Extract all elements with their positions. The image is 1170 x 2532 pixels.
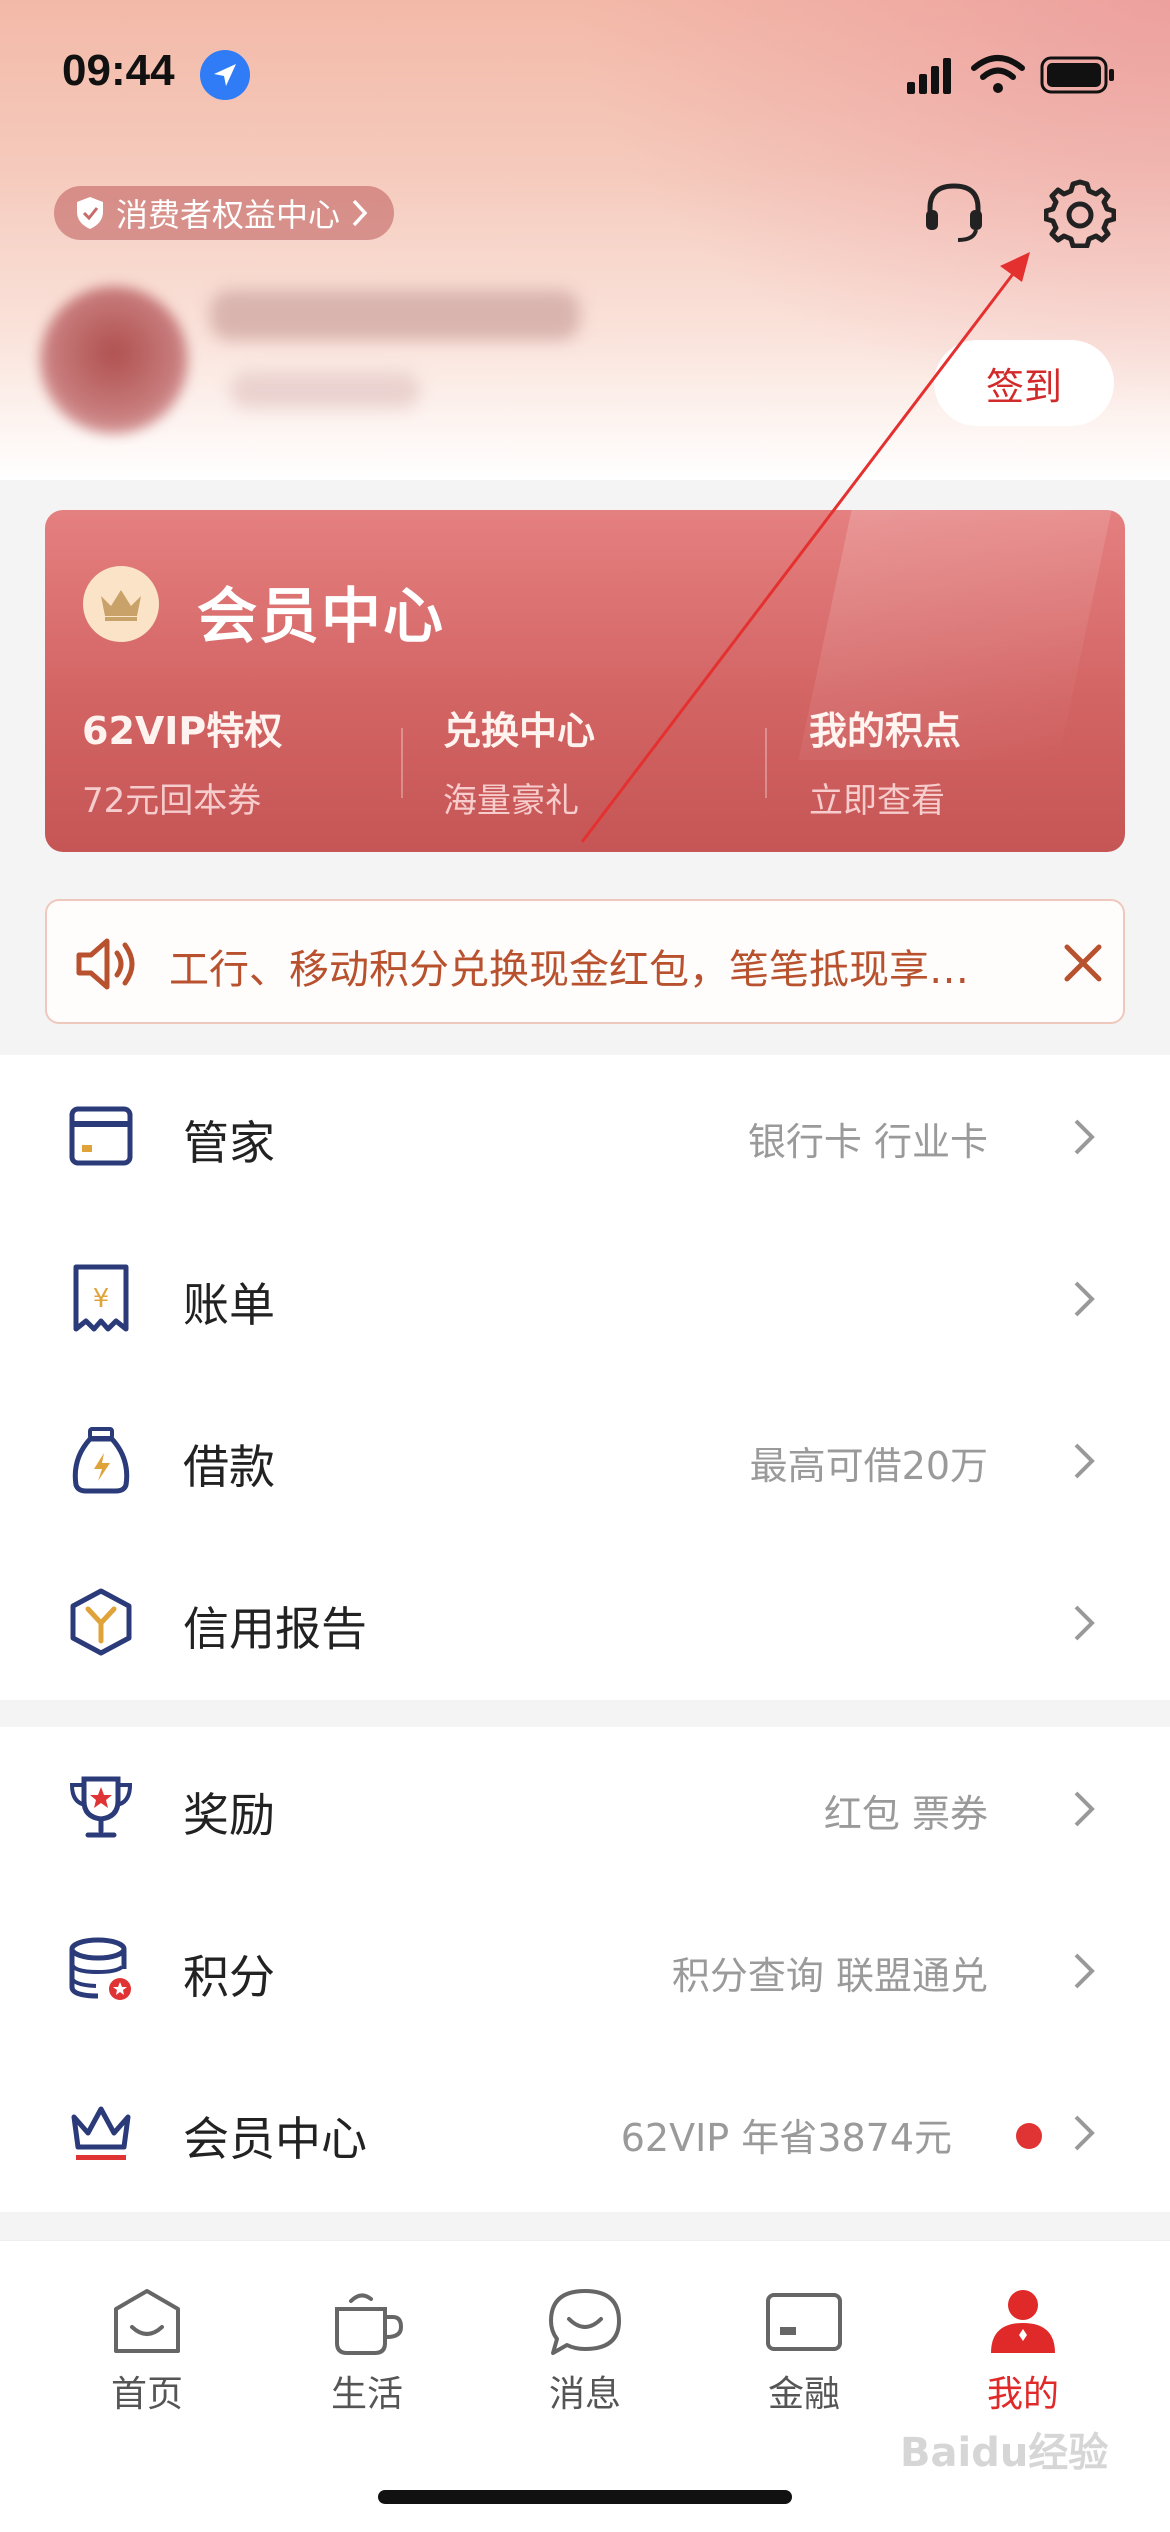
chevron-right-icon [1074, 1443, 1095, 1479]
bottom-tab-bar: 首页 生活 消息 金融 我的 [0, 2240, 1170, 2532]
chevron-right-icon [352, 199, 368, 227]
loan-bag-icon [72, 1427, 130, 1494]
list-item-detail: 62VIP 年省3874元 [620, 2116, 952, 2160]
list-item-credit-report[interactable]: 信用报告 [0, 1541, 1170, 1703]
tab-mine[interactable]: 我的 [938, 2287, 1108, 2427]
vip-privilege-subtitle: 72元回本券 [82, 781, 262, 821]
list-item-label: 账单 [183, 1278, 275, 1332]
finance-card-icon [766, 2293, 842, 2351]
list-item-butler[interactable]: 管家 银行卡 行业卡 [0, 1055, 1170, 1217]
battery-icon [1040, 56, 1114, 94]
tab-label: 首页 [110, 2374, 183, 2415]
status-time: 09:44 [62, 46, 175, 95]
my-points-subtitle: 立即查看 [809, 781, 945, 821]
member-card-title: 会员中心 [197, 582, 445, 652]
tab-label: 消息 [548, 2374, 621, 2415]
list-item-points[interactable]: 积分 积分查询 联盟通兑 [0, 1889, 1170, 2051]
consumer-rights-center-label: 消费者权益中心 [116, 196, 341, 234]
trophy-icon [69, 1776, 133, 1838]
baidu-watermark: Baidu经验 [900, 2430, 1109, 2476]
card-divider [765, 728, 767, 798]
list-item-detail: 银行卡 行业卡 [747, 1120, 988, 1164]
list-item-member-center[interactable]: 会员中心 62VIP 年省3874元 [0, 2051, 1170, 2213]
tab-life[interactable]: 生活 [282, 2287, 452, 2427]
life-cup-icon [335, 2293, 404, 2355]
list-item-label: 奖励 [183, 1788, 275, 1842]
chevron-right-icon [1074, 1791, 1095, 1827]
exchange-center-item[interactable]: 兑换中心 海量豪礼 [443, 700, 595, 822]
user-name-blurred [210, 290, 580, 340]
chevron-right-icon [1074, 2115, 1095, 2151]
exchange-center-subtitle: 海量豪礼 [443, 781, 579, 821]
checkin-button[interactable]: 签到 [934, 340, 1114, 426]
list-item-label: 信用报告 [183, 1602, 367, 1656]
crown-icon [71, 2106, 131, 2160]
tab-label: 生活 [330, 2374, 403, 2415]
crown-badge-icon [83, 566, 159, 642]
tab-finance[interactable]: 金融 [719, 2287, 889, 2427]
list-item-detail: 最高可借20万 [749, 1444, 988, 1488]
card-divider [401, 728, 403, 798]
tab-messages[interactable]: 消息 [500, 2287, 670, 2427]
profile-icon [991, 2290, 1055, 2353]
vip-privilege-item[interactable]: 62VIP特权 72元回本券 [82, 700, 282, 822]
list-item-detail: 积分查询 联盟通兑 [671, 1954, 988, 1998]
tab-label: 我的 [986, 2374, 1059, 2415]
settings-gear-icon[interactable] [1044, 176, 1116, 248]
list-item-label: 管家 [183, 1116, 275, 1170]
user-subtitle-blurred [230, 372, 420, 408]
status-bar: 09:44 [0, 0, 1170, 140]
tab-home[interactable]: 首页 [62, 2287, 232, 2427]
location-arrow-icon [200, 50, 250, 100]
card-icon [69, 1106, 133, 1166]
message-icon [549, 2289, 621, 2355]
notice-text: 工行、移动积分兑换现金红包，笔笔抵现享… [169, 947, 969, 993]
home-indicator [378, 2490, 792, 2504]
rewards-section: 奖励 红包 票券 积分 积分查询 联盟通兑 会员中心 62VIP 年省3874元 [0, 1727, 1170, 2212]
credit-report-icon [70, 1588, 132, 1656]
chevron-right-icon [1074, 1953, 1095, 1989]
user-avatar[interactable] [40, 286, 188, 434]
list-item-loan[interactable]: 借款 最高可借20万 [0, 1379, 1170, 1541]
home-icon [114, 2289, 180, 2353]
close-icon[interactable] [1057, 937, 1109, 989]
my-points-title: 我的积点 [809, 709, 962, 753]
cellular-signal-icon [907, 58, 951, 94]
list-item-rewards[interactable]: 奖励 红包 票券 [0, 1727, 1170, 1889]
customer-service-headset-icon[interactable] [918, 176, 990, 248]
bill-icon: ¥ [73, 1264, 129, 1332]
list-item-detail: 红包 票券 [823, 1792, 988, 1836]
chevron-right-icon [1074, 1119, 1095, 1155]
unread-dot [1016, 2123, 1042, 2149]
notice-banner[interactable]: 工行、移动积分兑换现金红包，笔笔抵现享… [45, 899, 1125, 1024]
list-item-label: 会员中心 [183, 2112, 367, 2166]
list-item-label: 积分 [183, 1950, 275, 2004]
list-item-label: 借款 [183, 1440, 275, 1494]
member-center-card[interactable]: 会员中心 62VIP特权 72元回本券 兑换中心 海量豪礼 我的积点 立即查看 [45, 510, 1125, 852]
exchange-center-title: 兑换中心 [443, 709, 596, 753]
list-item-bill[interactable]: ¥ 账单 [0, 1217, 1170, 1379]
chevron-right-icon [1074, 1281, 1095, 1317]
vip-privilege-title: 62VIP特权 [82, 709, 283, 753]
chevron-right-icon [1074, 1605, 1095, 1641]
shield-icon [77, 197, 103, 229]
wifi-icon [971, 55, 1025, 93]
speaker-icon [76, 938, 135, 990]
services-section: 管家 银行卡 行业卡 ¥ 账单 借款 最高可借20万 信用报告 [0, 1055, 1170, 1700]
tab-label: 金融 [767, 2374, 840, 2415]
svg-text:¥: ¥ [93, 1284, 110, 1314]
consumer-rights-center-button[interactable]: 消费者权益中心 [54, 186, 395, 240]
my-points-item[interactable]: 我的积点 立即查看 [809, 700, 961, 822]
points-coins-icon [69, 1937, 131, 2000]
